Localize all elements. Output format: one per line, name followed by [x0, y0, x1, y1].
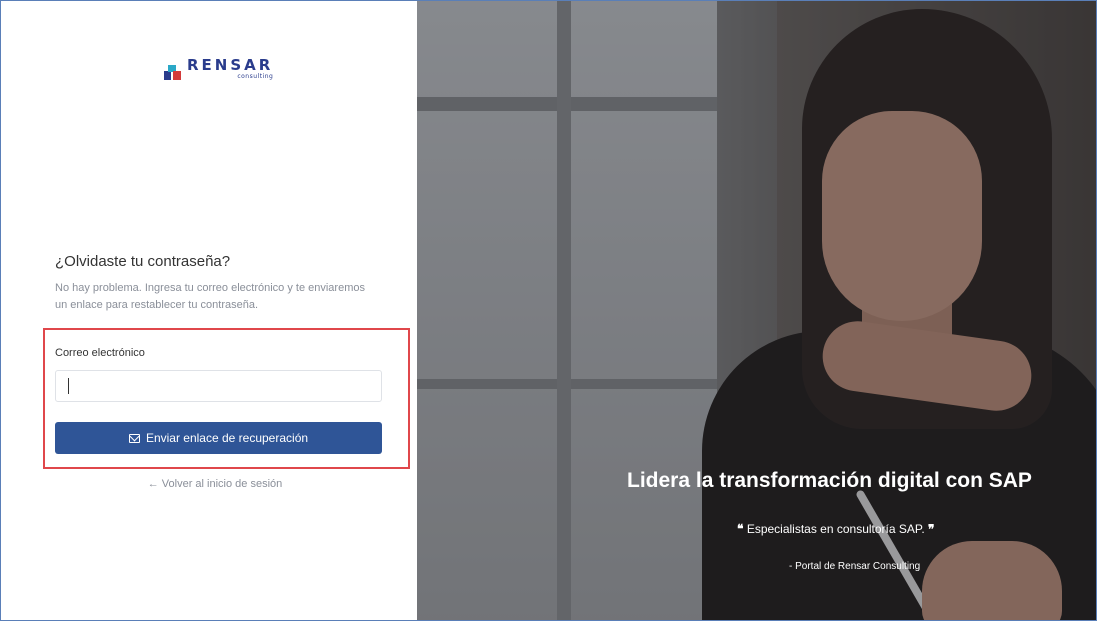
text-cursor [68, 378, 69, 394]
send-button-label: Enviar enlace de recuperación [145, 431, 309, 445]
mail-icon [128, 433, 140, 443]
window-frame: RENSAR consulting ¿Olvidaste tu contrase… [0, 0, 1097, 621]
quote-open-icon: ❝ [737, 522, 744, 536]
page-title: ¿Olvidaste tu contraseña? [55, 253, 231, 270]
page-description: No hay problema. Ingresa tu correo elect… [55, 282, 365, 311]
hero-quote: ❝ Especialistas en consultoría SAP. ❞ [737, 522, 935, 536]
hero-panel: Lidera la transformación digital con SAP… [417, 1, 1096, 620]
login-panel: RENSAR consulting ¿Olvidaste tu contrase… [1, 1, 417, 620]
hero-headline: Lidera la transformación digital con SAP [627, 469, 1032, 492]
back-to-login-link[interactable]: ← Volver al inicio de sesión [7, 478, 423, 490]
hero-quote-text: Especialistas en consultoría SAP. [746, 522, 925, 536]
rensar-logo-icon [164, 65, 181, 80]
send-recovery-link-button[interactable]: Enviar enlace de recuperación [55, 422, 382, 454]
email-label: Correo electrónico [55, 347, 145, 359]
email-field[interactable] [55, 370, 382, 402]
logo-brand-text: RENSAR [187, 56, 274, 74]
hero-author: - Portal de Rensar Consulting [789, 561, 921, 572]
quote-close-icon: ❞ [928, 522, 935, 536]
logo-sub-text: consulting [237, 73, 274, 80]
rensar-logo: RENSAR consulting [164, 58, 273, 82]
